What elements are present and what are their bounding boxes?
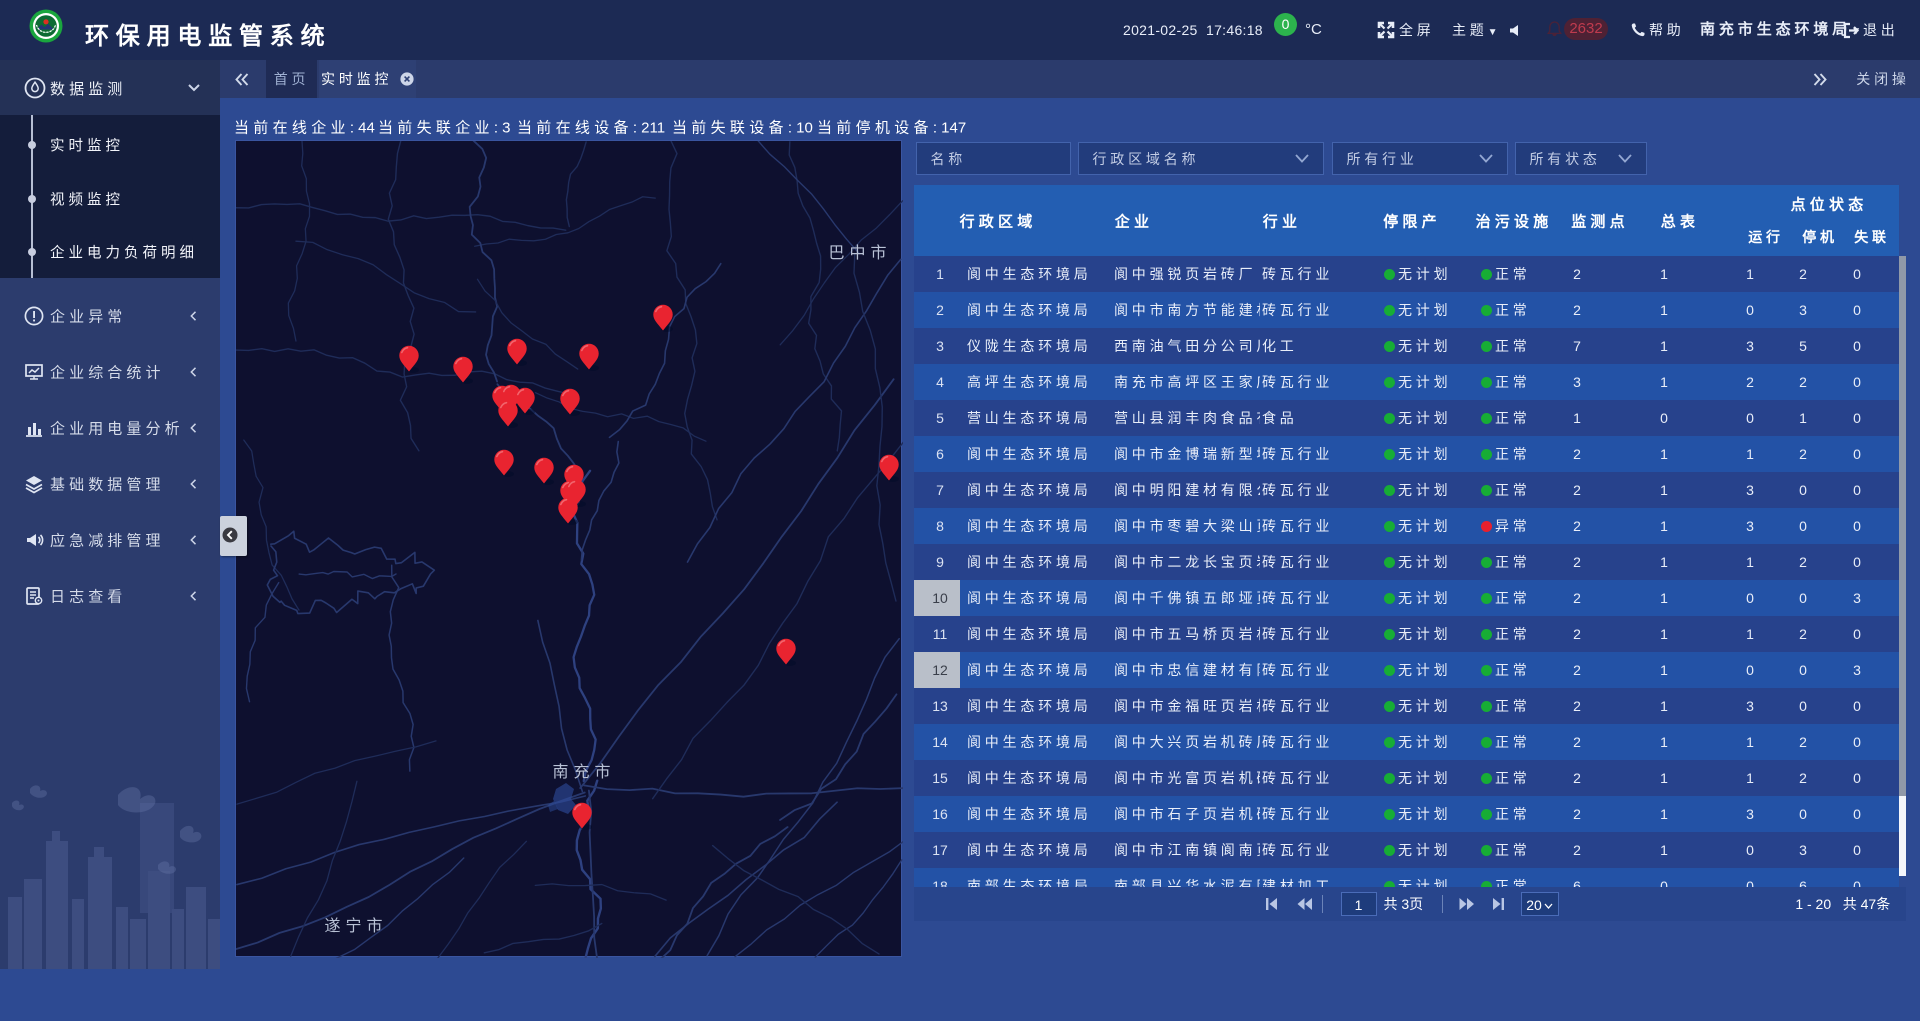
svg-text:遂宁市: 遂宁市 [324, 917, 387, 935]
svg-text:南充市: 南充市 [552, 763, 615, 781]
svg-text:巴中市: 巴中市 [828, 244, 891, 262]
